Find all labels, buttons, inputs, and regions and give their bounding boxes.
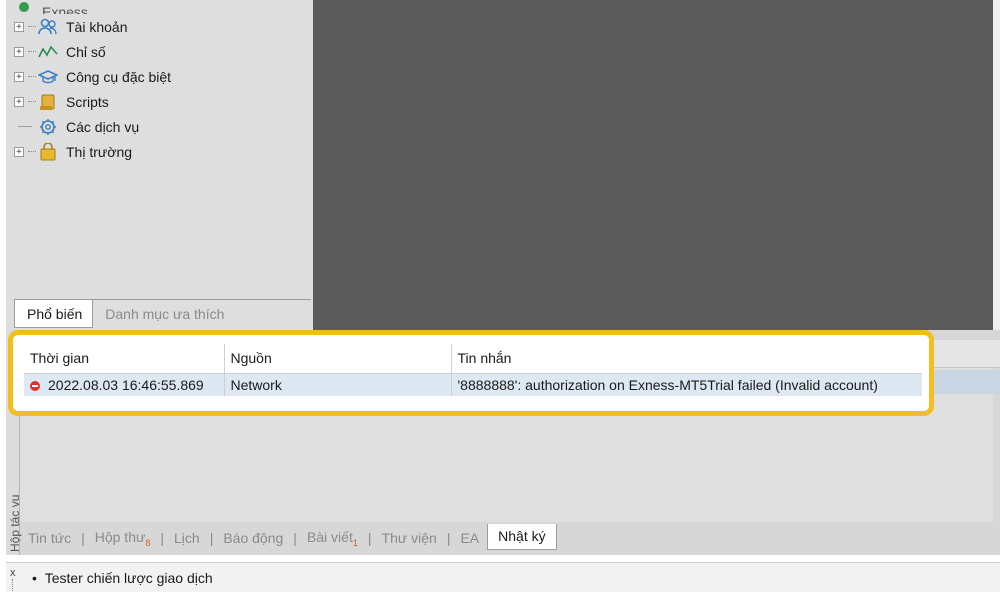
tree-connector <box>28 26 36 27</box>
column-header-message[interactable]: Tin nhắn <box>451 344 922 374</box>
tree-item-accounts[interactable]: + Tài khoản <box>14 14 309 39</box>
expand-icon[interactable]: + <box>14 96 24 107</box>
tab-separator: | <box>446 530 451 546</box>
tab-label: Báo động <box>223 530 284 546</box>
tab-news[interactable]: Tin tức <box>20 530 79 546</box>
navigator-tree: Exness + Tài khoản + Chỉ số + Công cụ đặ… <box>14 0 309 164</box>
mailbox-badge: 8 <box>145 537 151 548</box>
strategy-tester-label: • Tester chiến lược giao dịch <box>32 570 213 586</box>
exness-icon <box>14 0 34 14</box>
expand-icon[interactable]: + <box>14 71 24 82</box>
tab-label: Nhật ký <box>498 528 546 544</box>
tab-label: Tin tức <box>28 530 72 546</box>
tab-favorites[interactable]: Danh mục ưa thích <box>93 300 234 328</box>
navigator-panel: Exness + Tài khoản + Chỉ số + Công cụ đặ… <box>6 0 313 330</box>
cell-source: Network <box>224 373 452 396</box>
tree-connector <box>28 76 36 77</box>
tab-separator: | <box>209 530 214 546</box>
tab-library[interactable]: Thư viện <box>374 530 445 546</box>
journal-highlight: Thời gian Nguồn Tin nhắn 2022.08.03 16:4… <box>8 330 934 416</box>
tree-connector <box>28 151 36 152</box>
cell-message: '8888888': authorization on Exness-MT5Tr… <box>451 373 922 396</box>
chart-area[interactable] <box>313 0 1000 330</box>
tab-label: Thư viện <box>381 530 437 546</box>
tab-separator: | <box>293 530 297 546</box>
navigator-tabs: Phổ biến Danh mục ưa thích <box>14 299 311 330</box>
tab-calendar[interactable]: Lịch <box>166 530 208 546</box>
tab-alerts[interactable]: Báo động <box>215 530 291 546</box>
tab-separator: | <box>367 530 372 546</box>
table-header-row: Thời gian Nguồn Tin nhắn <box>24 344 922 374</box>
indicators-icon <box>38 42 58 62</box>
tab-popular[interactable]: Phổ biến <box>14 300 94 328</box>
tab-journal[interactable]: Nhật ký <box>487 524 557 550</box>
tree-connector <box>28 101 36 102</box>
journal-table: Thời gian Nguồn Tin nhắn 2022.08.03 16:4… <box>24 344 922 396</box>
right-edge <box>993 0 1000 330</box>
expert-advisors-icon <box>38 67 58 87</box>
strategy-tester-text: Tester chiến lược giao dịch <box>44 570 213 586</box>
expand-icon[interactable]: + <box>14 21 24 32</box>
tree-item-services[interactable]: Các dịch vụ <box>14 114 309 139</box>
tree-item-expert-advisors[interactable]: + Công cụ đặc biệt <box>14 64 309 89</box>
tab-label: Bài viết <box>306 528 353 545</box>
tree-item-market[interactable]: + Thị trường <box>14 139 309 164</box>
tree-root-exness[interactable]: Exness <box>14 0 309 14</box>
column-header-time[interactable]: Thời gian <box>24 344 225 374</box>
expand-icon[interactable]: + <box>14 146 24 157</box>
tab-articles[interactable]: Bài viết1 <box>299 529 366 548</box>
cell-time: 2022.08.03 16:46:55.869 <box>24 373 225 396</box>
tree-item-indicators[interactable]: + Chỉ số <box>14 39 309 64</box>
column-header-source[interactable]: Nguồn <box>224 344 452 374</box>
tree-item-label: Tài khoản <box>66 18 128 35</box>
tab-mailbox[interactable]: Hộp thư8 <box>87 529 159 548</box>
table-row[interactable]: 2022.08.03 16:46:55.869 Network '8888888… <box>24 373 922 396</box>
tree-root-label: Exness <box>42 4 88 14</box>
tree-connector <box>28 51 36 52</box>
scripts-icon <box>38 92 58 112</box>
toolbox-tabs: Tin tức | Hộp thư8 | Lịch | Báo động | B… <box>20 524 557 552</box>
accounts-icon <box>38 17 58 37</box>
tab-separator: | <box>160 530 165 546</box>
tab-separator: | <box>81 530 85 546</box>
expand-icon[interactable]: + <box>14 46 24 57</box>
tree-item-scripts[interactable]: + Scripts <box>14 89 309 114</box>
tab-ea[interactable]: EA <box>452 530 487 546</box>
close-icon[interactable]: x <box>10 567 16 579</box>
tree-item-label: Các dịch vụ <box>66 118 140 135</box>
strategy-tester-bar[interactable]: x • Tester chiến lược giao dịch <box>6 562 1000 592</box>
error-icon <box>30 380 40 391</box>
tree-item-label: Chỉ số <box>66 43 106 60</box>
tree-item-label: Công cụ đặc biệt <box>66 68 172 85</box>
tree-item-label: Scripts <box>66 93 109 110</box>
market-icon <box>38 142 58 162</box>
grip-icon[interactable] <box>12 579 16 591</box>
articles-badge: 1 <box>352 537 358 548</box>
time-value: 2022.08.03 16:46:55.869 <box>48 376 204 393</box>
services-icon <box>38 117 58 137</box>
tab-label: Hộp thư <box>94 528 146 545</box>
tab-label: EA <box>460 530 480 546</box>
tree-leaf-line <box>18 126 32 127</box>
tree-item-label: Thị trường <box>66 143 133 160</box>
tab-label: Lịch <box>174 530 200 546</box>
